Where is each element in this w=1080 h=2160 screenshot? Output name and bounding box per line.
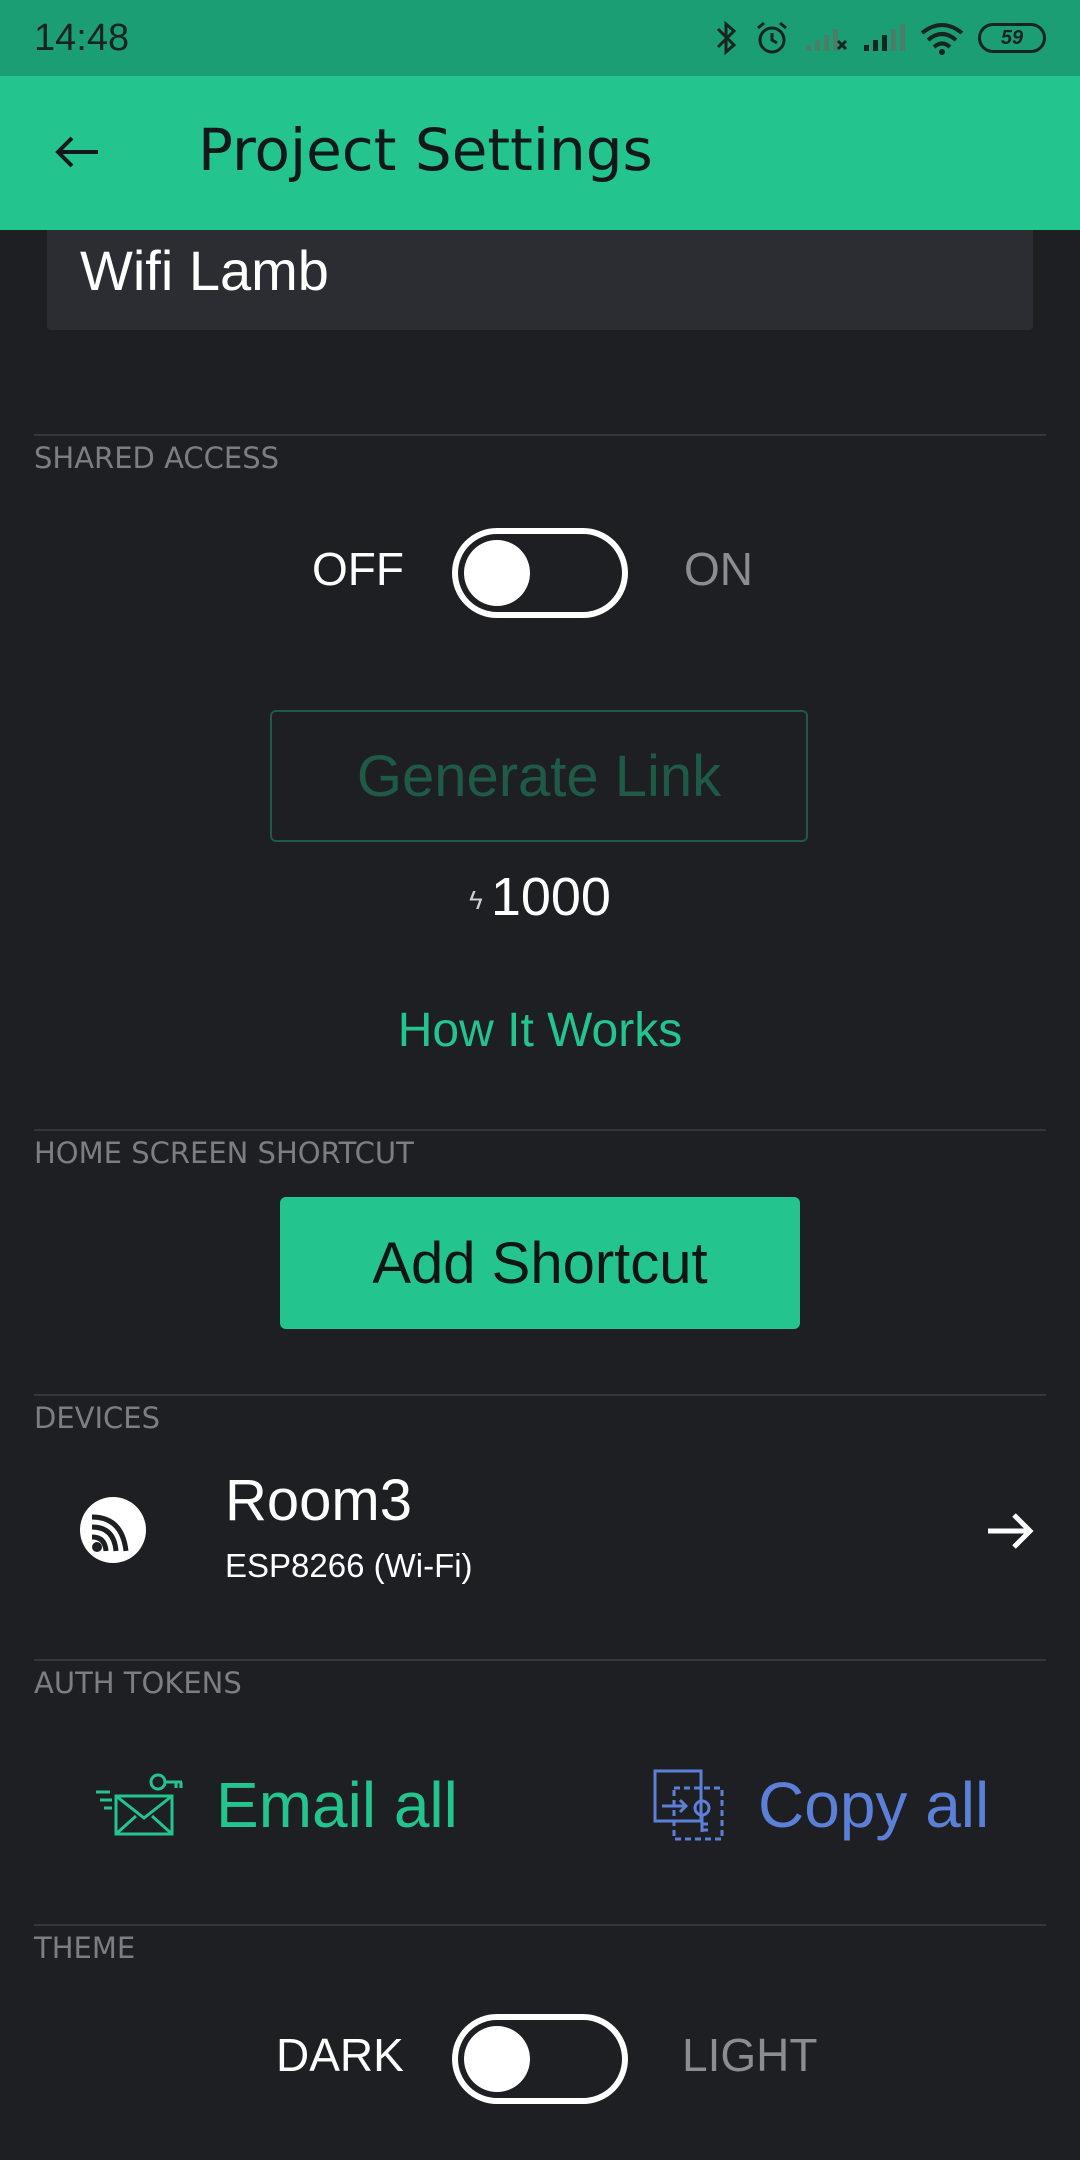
signal-icon — [864, 24, 905, 51]
section-label-home-screen-shortcut: HOME SCREEN SHORTCUT — [34, 1136, 414, 1170]
project-settings-screen: 14:48 59 Project Settings Wifi Lamb SHAR… — [0, 0, 1080, 2160]
shared-access-toggle-row: OFF ON — [0, 528, 1080, 618]
theme-dark-label: DARK — [276, 2029, 404, 2081]
toggle-knob — [464, 540, 530, 606]
divider — [34, 1924, 1046, 1926]
arrow-right-icon[interactable] — [984, 1505, 1036, 1557]
toggle-knob — [464, 2026, 530, 2092]
divider — [34, 1394, 1046, 1396]
device-type: ESP8266 (Wi-Fi) — [225, 1547, 473, 1584]
battery-icon: 59 — [978, 23, 1046, 53]
project-name-field[interactable]: Wifi Lamb — [47, 230, 1033, 330]
back-arrow-icon[interactable] — [50, 124, 106, 180]
energy-cost-value: 1000 — [490, 867, 611, 927]
alarm-icon — [757, 21, 787, 54]
add-shortcut-button[interactable]: Add Shortcut — [280, 1197, 800, 1329]
divider — [34, 1129, 1046, 1131]
how-it-works-link[interactable]: How It Works — [0, 1003, 1080, 1058]
status-time: 14:48 — [34, 16, 130, 59]
section-label-theme: THEME — [34, 1931, 136, 1965]
device-list-item[interactable]: Room3 ESP8266 (Wi-Fi) — [0, 1455, 1080, 1600]
wifi-icon — [920, 23, 964, 55]
theme-toggle-row: DARK LIGHT — [0, 2014, 1080, 2104]
energy-bolt-icon: ϟ — [469, 885, 483, 916]
device-name: Room3 — [225, 1468, 412, 1533]
bluetooth-icon — [716, 20, 737, 56]
status-icons: 59 — [714, 20, 1046, 56]
divider — [34, 1659, 1046, 1661]
energy-cost: ϟ 1000 — [0, 866, 1080, 928]
generate-link-button[interactable]: Generate Link — [270, 710, 808, 842]
page-title: Project Settings — [198, 116, 653, 184]
section-label-shared-access: SHARED ACCESS — [34, 441, 280, 475]
project-name-value: Wifi Lamb — [80, 239, 329, 302]
email-key-icon — [96, 1773, 183, 1836]
app-bar: Project Settings — [0, 76, 1080, 230]
section-label-auth-tokens: AUTH TOKENS — [34, 1666, 242, 1700]
copy-key-icon — [653, 1769, 724, 1841]
theme-light-label: LIGHT — [682, 2029, 818, 2081]
email-all-label: Email all — [216, 1769, 458, 1841]
section-label-devices: DEVICES — [34, 1401, 161, 1435]
signal-icon — [806, 29, 848, 51]
esp-wifi-icon — [80, 1497, 146, 1563]
toggle-off-label: OFF — [312, 543, 404, 595]
copy-all-button[interactable]: Copy all — [652, 1750, 989, 1860]
divider — [34, 434, 1046, 436]
copy-all-label: Copy all — [758, 1769, 990, 1841]
theme-toggle[interactable] — [452, 2014, 628, 2104]
email-all-button[interactable]: Email all — [94, 1750, 458, 1860]
battery-level: 59 — [1000, 26, 1024, 49]
toggle-on-label: ON — [684, 543, 753, 595]
status-bar: 14:48 59 — [0, 0, 1080, 76]
shared-access-toggle[interactable] — [452, 528, 628, 618]
